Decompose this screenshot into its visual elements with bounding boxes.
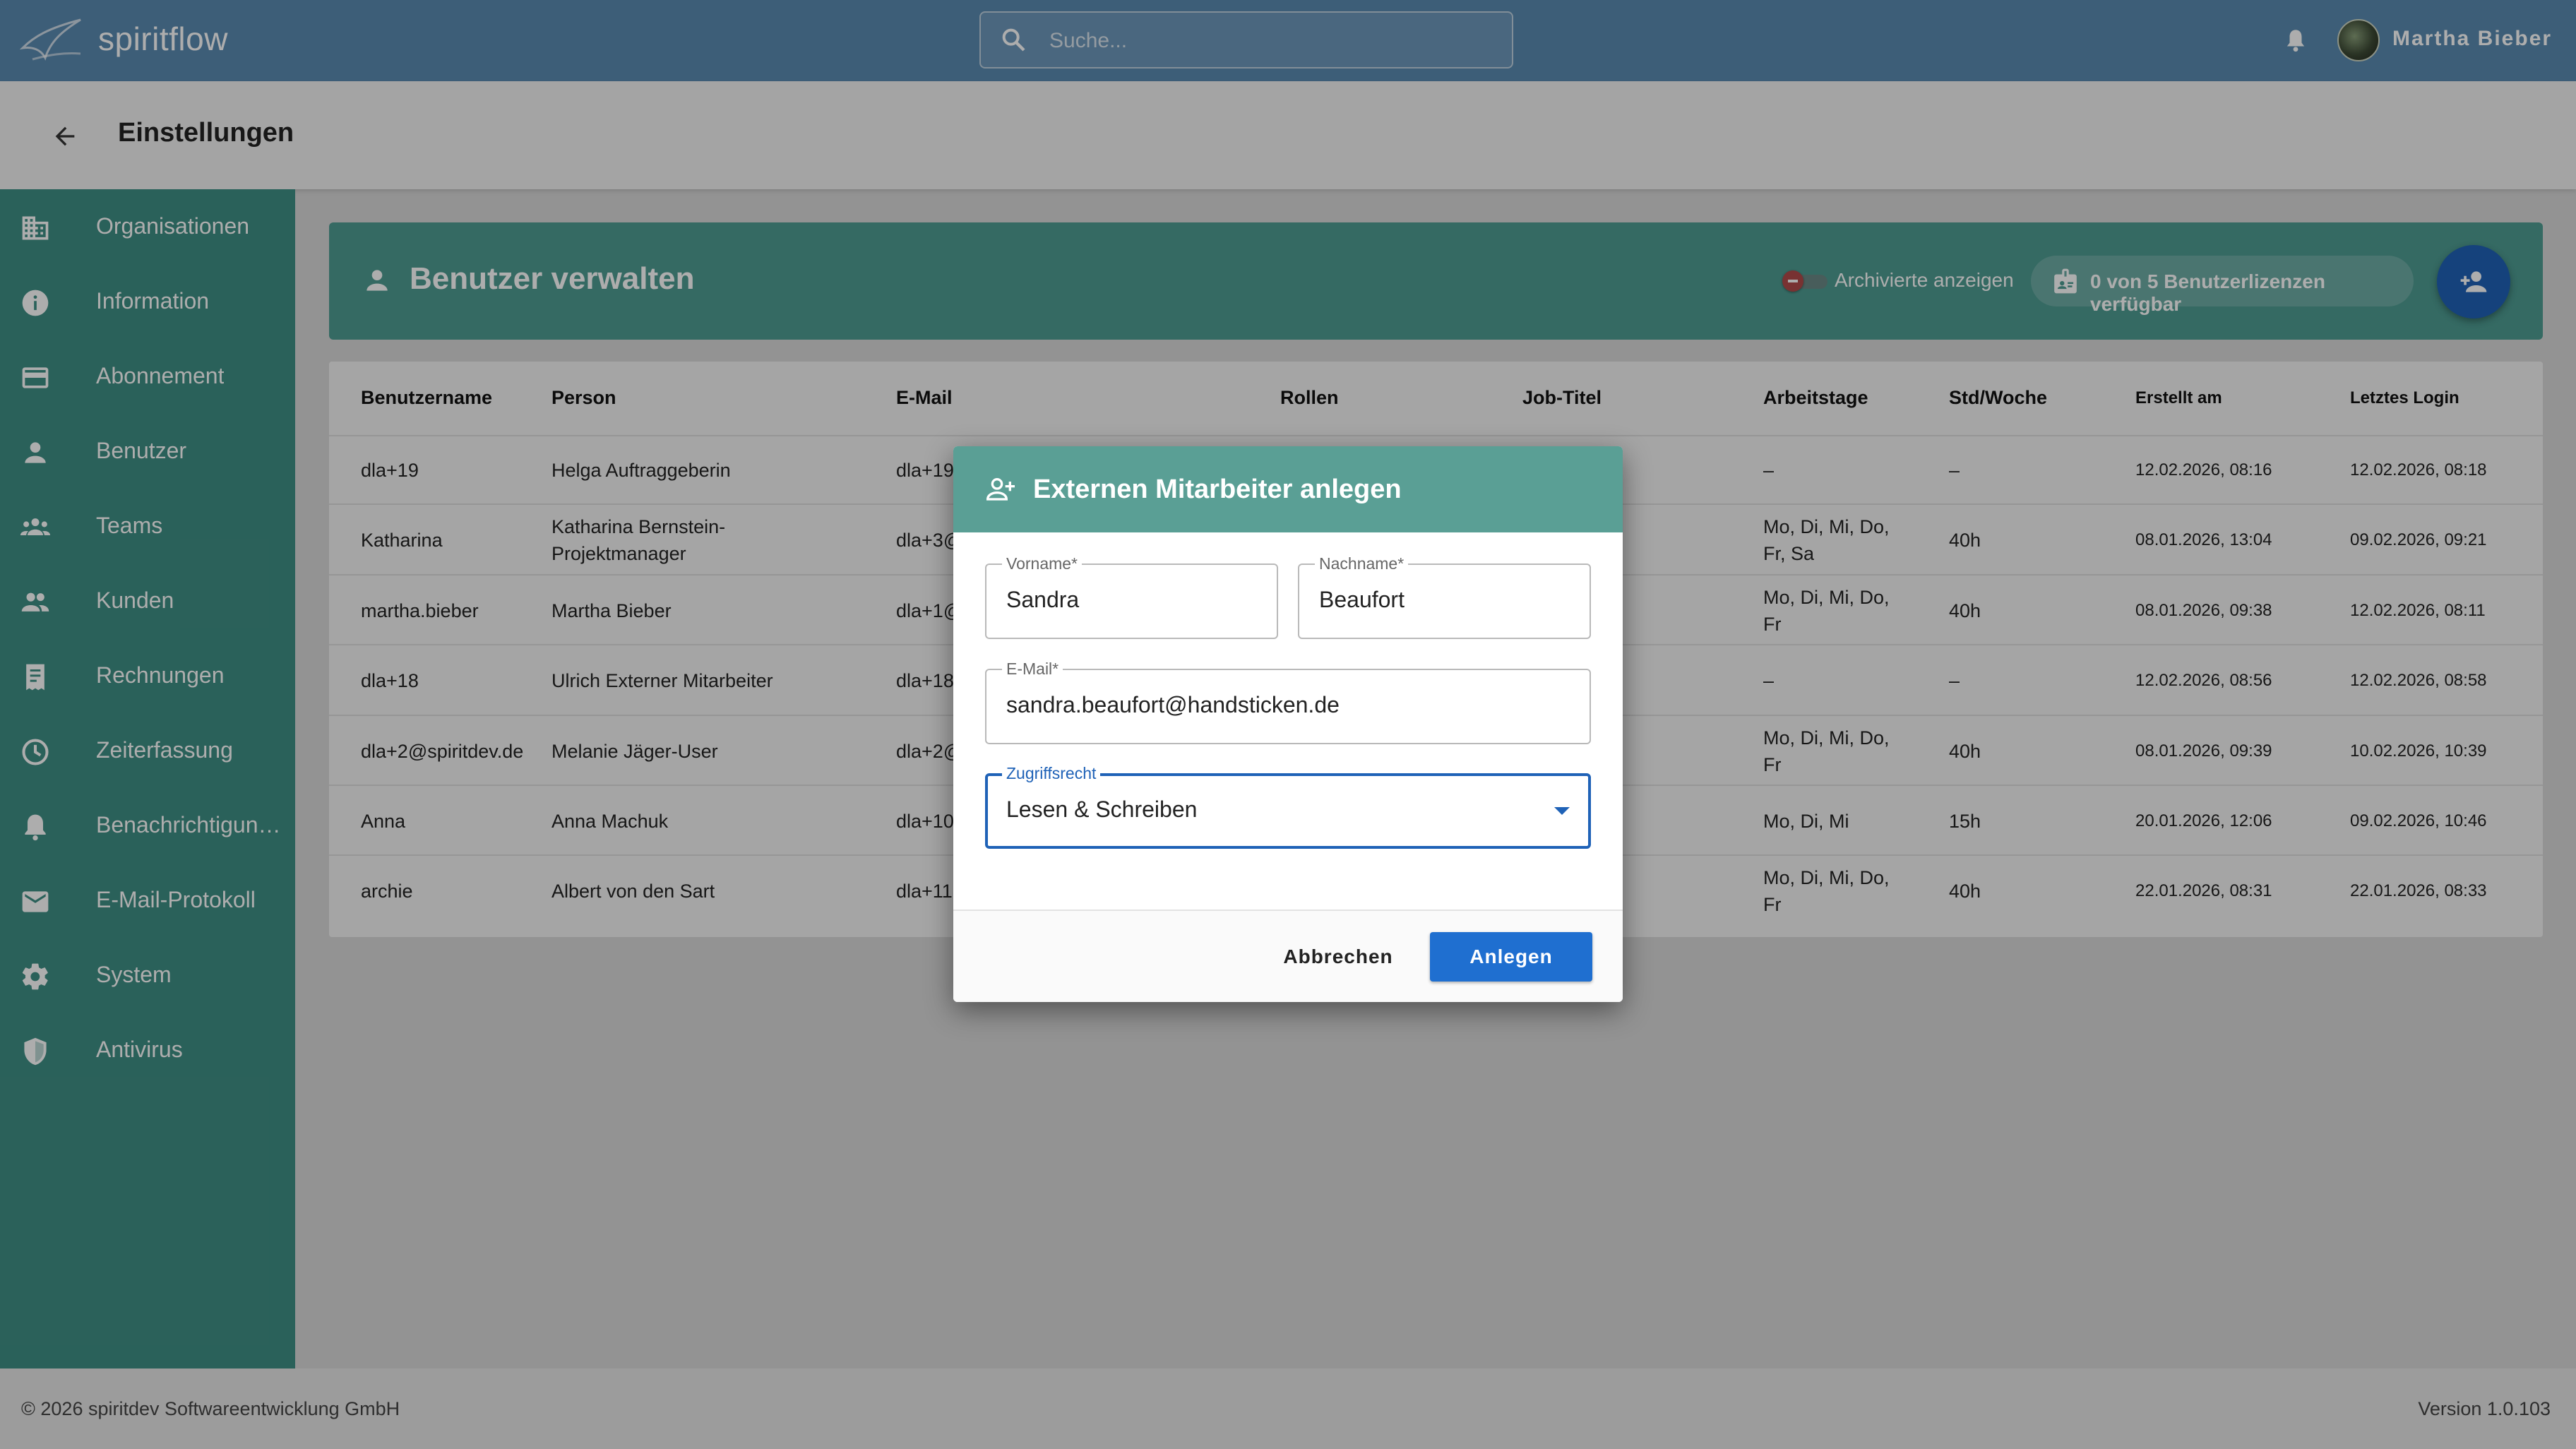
email-field[interactable]: E-Mail* sandra.beaufort@handsticken.de bbox=[985, 659, 1591, 744]
create-button[interactable]: Anlegen bbox=[1430, 932, 1592, 982]
dialog-actions: Abbrechen Anlegen bbox=[953, 910, 1623, 1002]
firstname-label: Vorname* bbox=[1002, 554, 1083, 573]
lastname-field[interactable]: Nachname* Beaufort bbox=[1298, 554, 1591, 639]
firstname-input[interactable]: Sandra bbox=[1006, 587, 1079, 613]
create-external-employee-dialog: Externen Mitarbeiter anlegen Vorname* Sa… bbox=[953, 446, 1623, 1002]
access-rights-value[interactable]: Lesen & Schreiben bbox=[1006, 797, 1197, 823]
person-add-icon bbox=[986, 478, 1015, 501]
lastname-input[interactable]: Beaufort bbox=[1319, 587, 1405, 613]
firstname-field[interactable]: Vorname* Sandra bbox=[985, 554, 1278, 639]
dropdown-arrow-icon[interactable] bbox=[1554, 807, 1570, 815]
email-input[interactable]: sandra.beaufort@handsticken.de bbox=[1006, 692, 1340, 718]
access-rights-select[interactable]: Zugriffsrecht Lesen & Schreiben bbox=[985, 763, 1591, 849]
email-label: E-Mail* bbox=[1002, 659, 1063, 679]
dialog-header: Externen Mitarbeiter anlegen bbox=[953, 446, 1623, 532]
cancel-button[interactable]: Abbrechen bbox=[1275, 932, 1402, 982]
lastname-label: Nachname* bbox=[1315, 554, 1409, 573]
access-rights-label: Zugriffsrecht bbox=[1002, 763, 1101, 783]
dialog-title: Externen Mitarbeiter anlegen bbox=[1033, 475, 1402, 504]
